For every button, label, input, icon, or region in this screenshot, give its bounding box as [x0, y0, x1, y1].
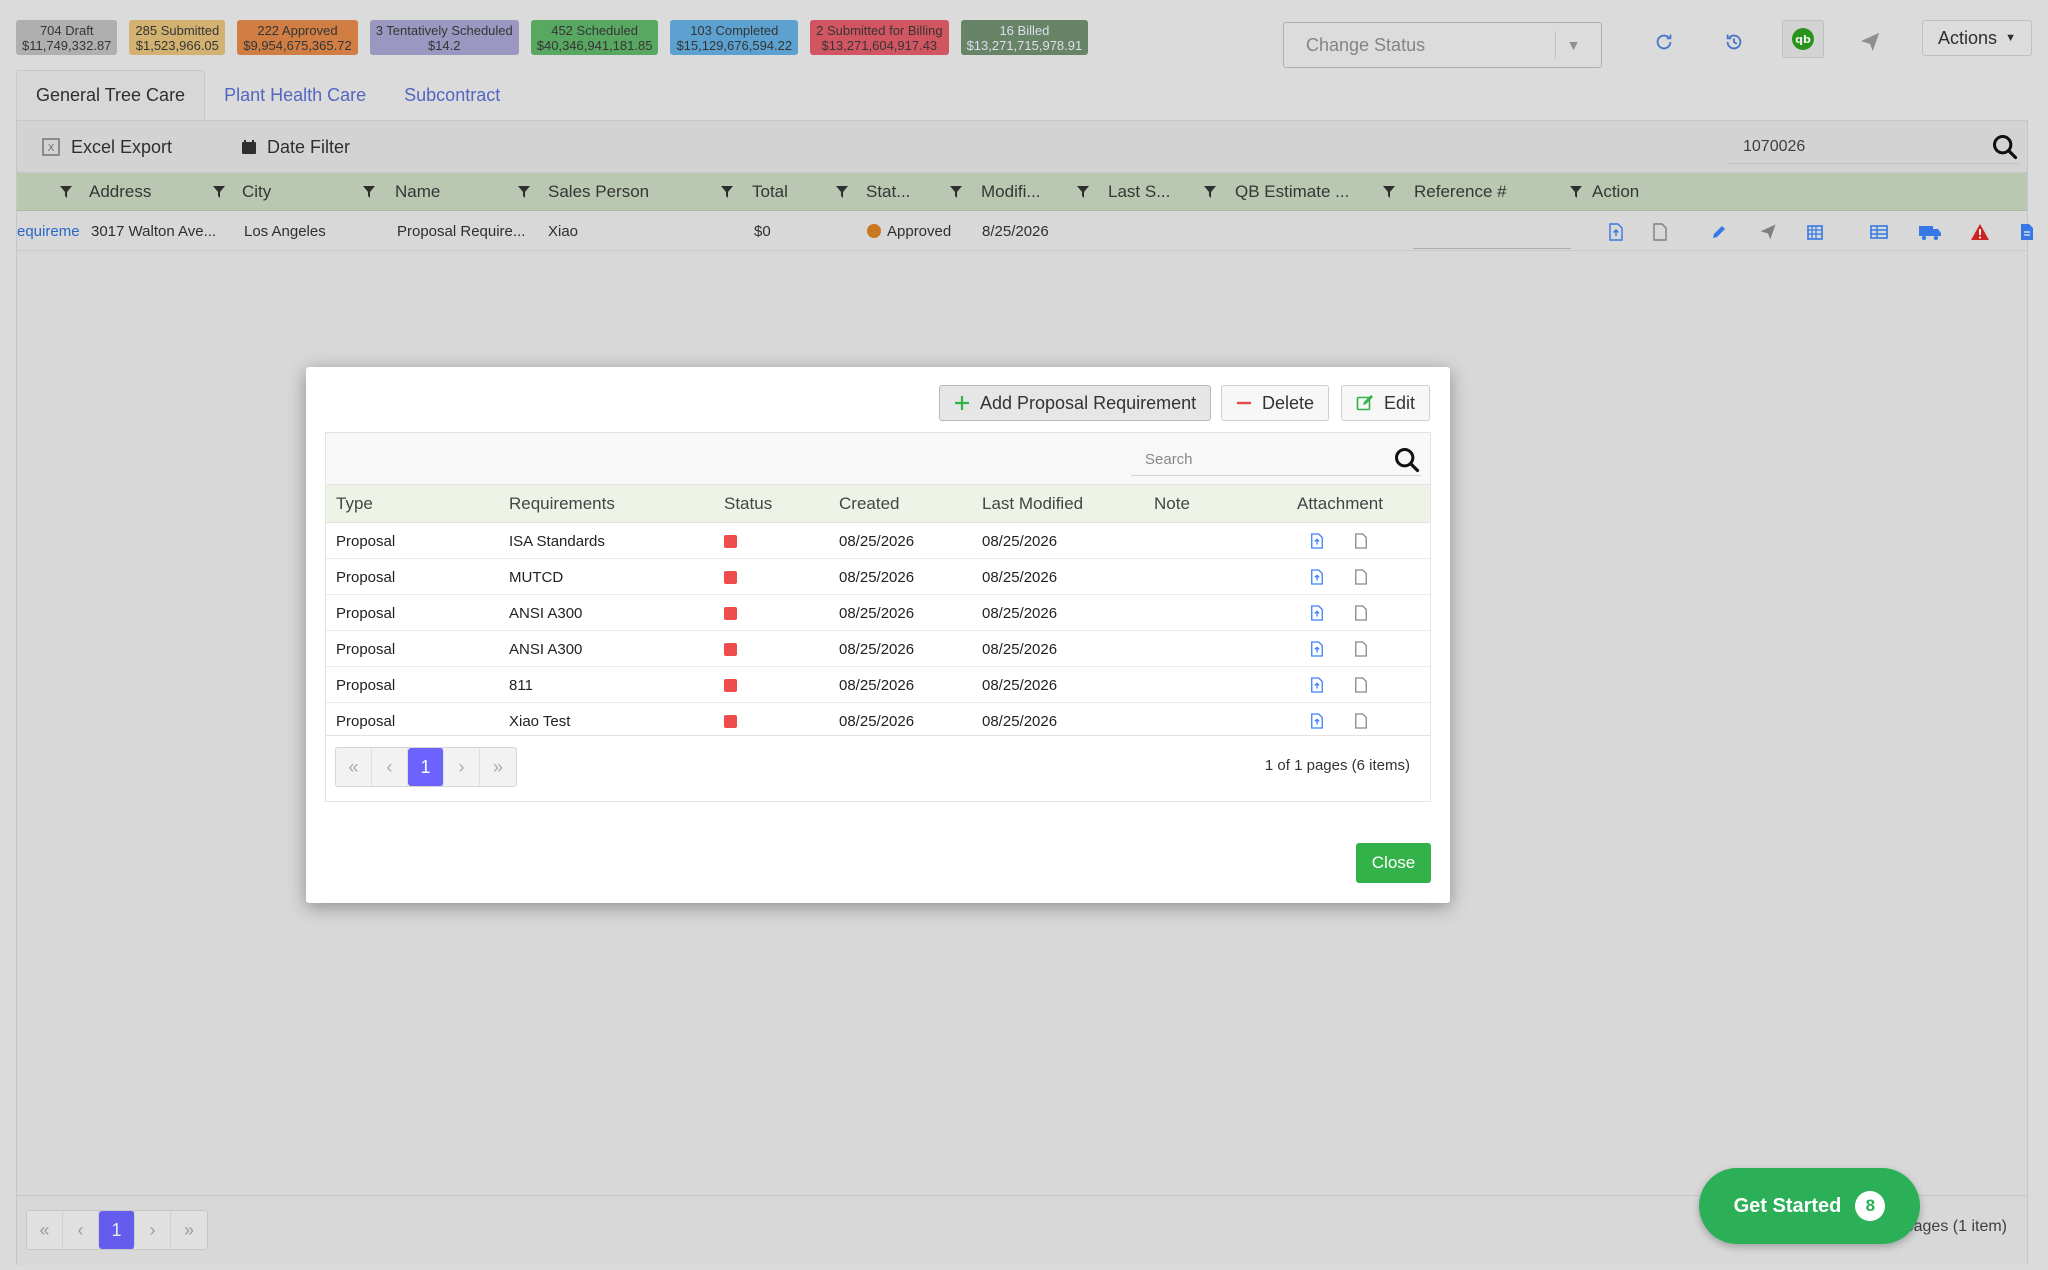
column-note[interactable]: Note — [1154, 485, 1190, 523]
row-type: Proposal — [336, 712, 396, 730]
row-modified: 08/25/2026 — [982, 532, 1058, 550]
first-page-icon[interactable]: « — [336, 748, 372, 786]
requirements-toolbar: Search — [326, 433, 1430, 485]
row-type: Proposal — [336, 568, 396, 586]
row-requirement: Xiao Test — [509, 712, 571, 730]
row-modified: 08/25/2026 — [982, 676, 1058, 694]
column-last-modified[interactable]: Last Modified — [982, 485, 1083, 523]
file-upload-icon[interactable] — [1307, 675, 1327, 695]
table-row[interactable]: Proposal ANSI A300 08/25/2026 08/25/2026 — [326, 631, 1430, 667]
row-created: 08/25/2026 — [839, 604, 915, 622]
red-status-square — [724, 714, 737, 728]
file-icon[interactable] — [1351, 675, 1371, 695]
row-requirement: MUTCD — [509, 568, 564, 586]
row-type: Proposal — [336, 604, 396, 622]
requirements-header: Type Requirements Status Created Last Mo… — [326, 485, 1430, 523]
column-attachment: Attachment — [1297, 494, 1383, 513]
row-modified: 08/25/2026 — [982, 712, 1058, 730]
row-type: Proposal — [336, 640, 396, 658]
column-type[interactable]: Type — [336, 485, 373, 523]
status-indicator — [724, 703, 737, 739]
red-status-square — [724, 570, 737, 584]
row-requirement: ANSI A300 — [509, 604, 583, 622]
minus-icon — [1237, 401, 1251, 405]
requirements-search-input[interactable]: Search — [1131, 444, 1421, 476]
requirements-search-placeholder: Search — [1145, 451, 1193, 468]
file-upload-icon[interactable] — [1307, 531, 1327, 551]
file-icon[interactable] — [1351, 711, 1371, 731]
prev-page-icon[interactable]: ‹ — [372, 748, 408, 786]
requirements-pager-area: « ‹ 1 › » 1 of 1 pages (6 items) — [326, 735, 1430, 801]
table-row[interactable]: Proposal Xiao Test 08/25/2026 08/25/2026 — [326, 703, 1430, 739]
file-upload-icon[interactable] — [1307, 711, 1327, 731]
file-icon[interactable] — [1351, 603, 1371, 623]
file-icon[interactable] — [1351, 639, 1371, 659]
row-requirement: ISA Standards — [509, 532, 605, 550]
last-page-icon[interactable]: » — [480, 748, 516, 786]
column-status[interactable]: Status — [724, 485, 772, 523]
row-created: 08/25/2026 — [839, 640, 915, 658]
requirements-grid: Search Type Requirements Status Created … — [325, 432, 1431, 802]
file-icon[interactable] — [1351, 531, 1371, 551]
requirements-pager-info: 1 of 1 pages (6 items) — [1264, 757, 1410, 774]
row-modified: 08/25/2026 — [982, 568, 1058, 586]
row-created: 08/25/2026 — [839, 532, 915, 550]
close-button[interactable]: Close — [1356, 843, 1431, 883]
file-upload-icon[interactable] — [1307, 603, 1327, 623]
status-indicator — [724, 631, 737, 667]
status-indicator — [724, 559, 737, 595]
page-button[interactable]: 1 — [408, 748, 444, 786]
file-upload-icon[interactable] — [1307, 639, 1327, 659]
edit-button[interactable]: Edit — [1341, 385, 1431, 421]
get-started-label: Get Started — [1733, 1194, 1842, 1217]
row-type: Proposal — [336, 532, 396, 550]
row-requirement: ANSI A300 — [509, 640, 583, 658]
red-status-square — [724, 642, 737, 656]
red-status-square — [724, 606, 737, 620]
row-created: 08/25/2026 — [839, 568, 915, 586]
row-modified: 08/25/2026 — [982, 640, 1058, 658]
table-row[interactable]: Proposal ISA Standards 08/25/2026 08/25/… — [326, 523, 1430, 559]
table-row[interactable]: Proposal 811 08/25/2026 08/25/2026 — [326, 667, 1430, 703]
plus-icon — [955, 396, 969, 410]
row-requirement: 811 — [509, 676, 533, 694]
requirements-pager: « ‹ 1 › » — [335, 747, 517, 787]
red-status-square — [724, 678, 737, 692]
column-requirements[interactable]: Requirements — [509, 485, 615, 523]
status-indicator — [724, 667, 737, 703]
column-created[interactable]: Created — [839, 485, 899, 523]
file-icon[interactable] — [1351, 567, 1371, 587]
delete-button[interactable]: Delete — [1221, 385, 1330, 421]
add-proposal-requirement-button[interactable]: Add Proposal Requirement — [939, 385, 1212, 421]
table-row[interactable]: Proposal ANSI A300 08/25/2026 08/25/2026 — [326, 595, 1430, 631]
row-created: 08/25/2026 — [839, 712, 915, 730]
edit-icon — [1356, 395, 1373, 411]
row-modified: 08/25/2026 — [982, 604, 1058, 622]
proposal-requirements-modal: Add Proposal Requirement Delete Edit Sea… — [306, 367, 1450, 903]
red-status-square — [724, 534, 737, 548]
status-indicator — [724, 523, 737, 559]
row-type: Proposal — [336, 676, 396, 694]
status-indicator — [724, 595, 737, 631]
get-started-count-badge: 8 — [1855, 1191, 1886, 1221]
row-created: 08/25/2026 — [839, 676, 915, 694]
get-started-button[interactable]: Get Started 8 — [1699, 1168, 1920, 1244]
file-upload-icon[interactable] — [1307, 567, 1327, 587]
next-page-icon[interactable]: › — [444, 748, 480, 786]
search-icon[interactable] — [1393, 446, 1421, 474]
table-row[interactable]: Proposal MUTCD 08/25/2026 08/25/2026 — [326, 559, 1430, 595]
